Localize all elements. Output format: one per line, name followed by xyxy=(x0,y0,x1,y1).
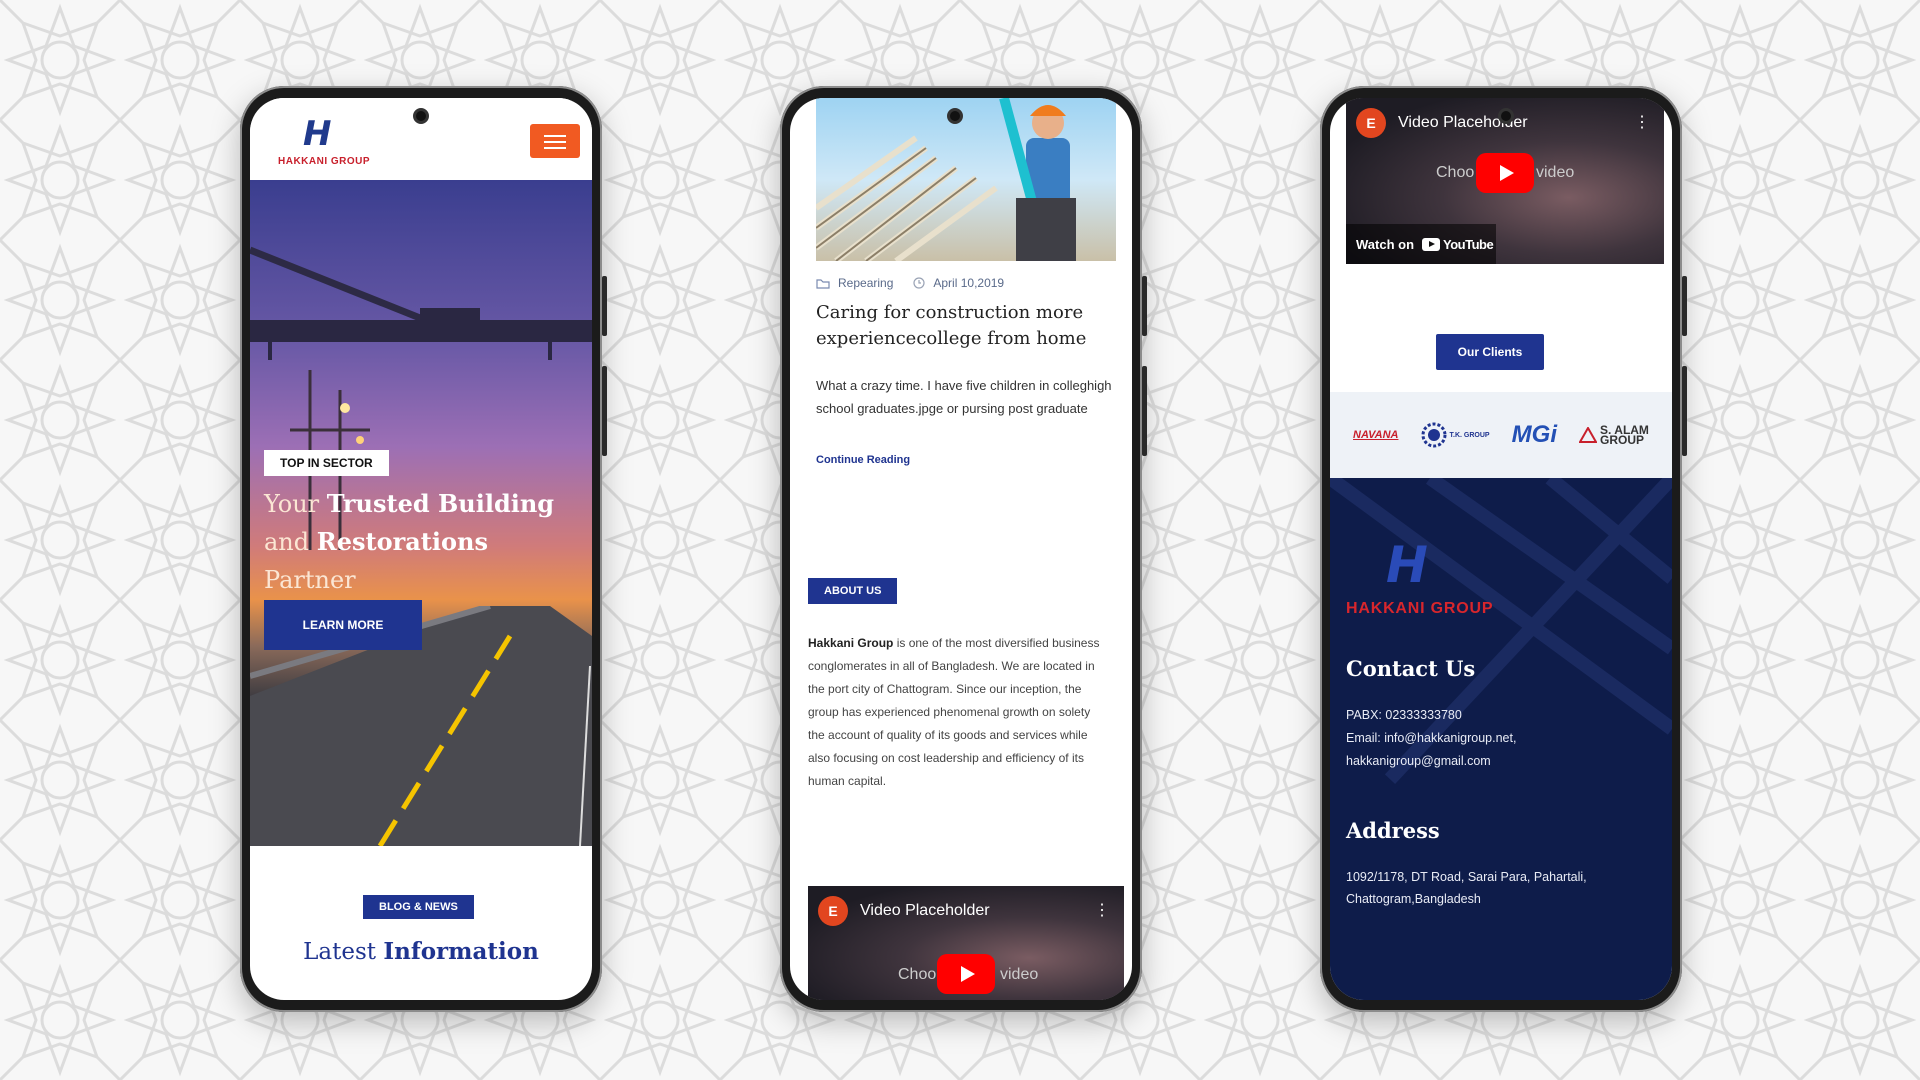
phone-home: H HAKKANI GROUP TOP IN SECTOR Your Trust… xyxy=(240,86,607,1012)
post-excerpt: What a crazy time. I have five children … xyxy=(816,378,1112,416)
front-camera xyxy=(1498,108,1514,124)
front-camera xyxy=(947,108,963,124)
continue-reading-link[interactable]: Continue Reading xyxy=(816,454,910,466)
folder-icon xyxy=(816,278,830,289)
construction-worker-image xyxy=(816,98,1076,261)
play-button[interactable] xyxy=(937,954,995,994)
address-line-2: Chattogram,Bangladesh xyxy=(1346,892,1481,906)
site-footer: H HAKKANI GROUP Contact Us PABX: 0233333… xyxy=(1330,478,1672,1000)
post-title[interactable]: Caring for construction more experiencec… xyxy=(816,300,1116,352)
clock-icon xyxy=(913,277,925,289)
post-date: April 10,2019 xyxy=(933,276,1005,290)
about-text: Hakkani Group is one of the most diversi… xyxy=(808,636,1100,788)
tk-group-emblem-icon xyxy=(1421,422,1447,448)
client-logo-mgi: MGi xyxy=(1511,421,1557,448)
elementor-channel-icon: E xyxy=(818,896,848,926)
s-alam-emblem-icon xyxy=(1579,427,1598,443)
blog-news-tag: BLOG & NEWS xyxy=(363,895,474,919)
logo-mark-icon: H xyxy=(1386,536,1428,594)
phone-contact: E Video Placeholder ⋮ Choo video Watch o… xyxy=(1320,86,1687,1012)
youtube-logo-icon: YouTube xyxy=(1422,237,1494,252)
blog-screen: Repearing April 10,2019 Caring for const… xyxy=(790,98,1132,1000)
hamburger-icon xyxy=(544,135,566,137)
more-options-icon[interactable]: ⋮ xyxy=(1094,900,1110,920)
volume-button xyxy=(602,276,607,336)
address-line-1: 1092/1178, DT Road, Sarai Para, Pahartal… xyxy=(1346,870,1587,884)
watch-on-youtube-link[interactable]: Watch on YouTube xyxy=(1346,224,1496,264)
site-logo[interactable]: H HAKKANI GROUP xyxy=(278,112,371,172)
post-category[interactable]: Repearing xyxy=(838,276,893,290)
footer-logo[interactable]: H HAKKANI GROUP xyxy=(1346,536,1506,617)
post-image[interactable] xyxy=(816,98,1116,261)
video-title: Video Placeholder xyxy=(860,902,990,919)
more-options-icon[interactable]: ⋮ xyxy=(1634,112,1650,132)
client-logo-navana: NAVANA xyxy=(1353,429,1399,441)
play-button[interactable] xyxy=(1476,153,1534,193)
hero-badge: TOP IN SECTOR xyxy=(264,450,389,476)
contact-screen: E Video Placeholder ⋮ Choo video Watch o… xyxy=(1330,98,1672,1000)
email-line-2[interactable]: hakkanigroup@gmail.com xyxy=(1346,750,1636,772)
email-line[interactable]: Email: info@hakkanigroup.net, xyxy=(1346,727,1636,749)
power-button xyxy=(602,366,607,456)
home-screen: H HAKKANI GROUP TOP IN SECTOR Your Trust… xyxy=(250,98,592,1000)
about-us-tag: ABOUT US xyxy=(808,578,898,604)
learn-more-button[interactable]: LEARN MORE xyxy=(264,600,422,650)
front-camera xyxy=(413,108,429,124)
our-clients-button[interactable]: Our Clients xyxy=(1436,334,1544,370)
contact-heading: Contact Us xyxy=(1346,656,1476,681)
address-heading: Address xyxy=(1346,818,1440,843)
phone-blog: Repearing April 10,2019 Caring for const… xyxy=(780,86,1147,1012)
pabx-number: PABX: 02333333780 xyxy=(1346,708,1462,722)
logo-mark-icon: H xyxy=(303,114,332,154)
hero-banner: TOP IN SECTOR Your Trusted Building and … xyxy=(250,180,592,846)
footer-logo-wordmark: HAKKANI GROUP xyxy=(1346,600,1494,617)
logo-wordmark: HAKKANI GROUP xyxy=(278,156,371,167)
elementor-channel-icon: E xyxy=(1356,108,1386,138)
video-player[interactable]: E Video Placeholder ⋮ Choo video xyxy=(808,886,1124,1000)
hero-title: Your Trusted Building and Restorations P… xyxy=(264,489,555,594)
menu-button[interactable] xyxy=(530,124,580,158)
client-logo-s-alam: S. ALAM GROUP xyxy=(1579,424,1649,446)
post-meta: Repearing April 10,2019 xyxy=(816,276,1004,290)
latest-information-heading: Latest Information xyxy=(303,938,539,965)
clients-logo-strip: NAVANA T.K. GROUP MGi S. ALAM GROUP xyxy=(1330,392,1672,478)
crane-image xyxy=(250,246,592,360)
client-logo-tk-group: T.K. GROUP xyxy=(1421,422,1490,448)
